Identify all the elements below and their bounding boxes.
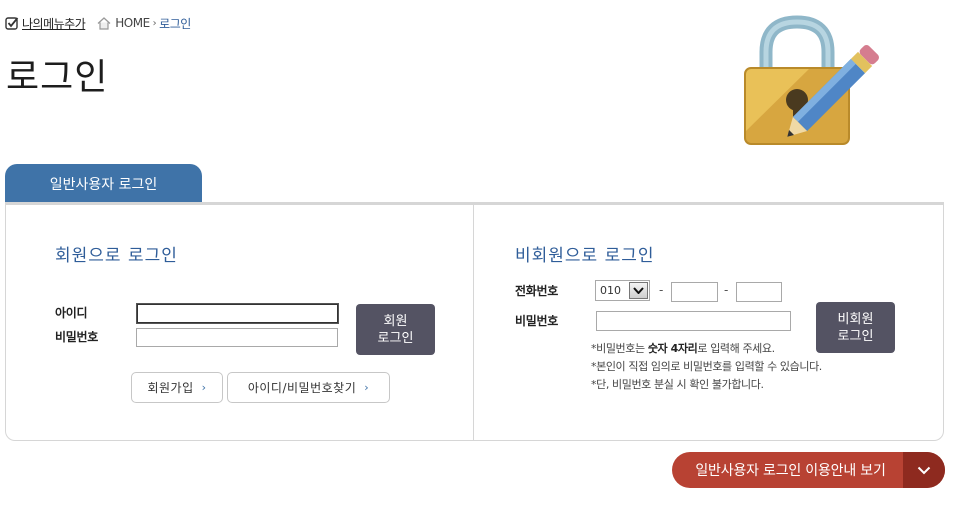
member-password-label: 비밀번호 <box>55 330 98 344</box>
panel-divider <box>473 205 474 441</box>
home-icon <box>97 16 111 30</box>
guest-login-title: 비회원으로 로그인 <box>515 246 655 266</box>
breadcrumb-current: 로그인 <box>159 16 191 31</box>
login-guide-button[interactable]: 일반사용자 로그인 이용안내 보기 <box>672 452 945 488</box>
member-login-button[interactable]: 회원 로그인 <box>356 304 435 355</box>
phone-prefix-value: 010 <box>600 284 621 297</box>
tab-general-user-login[interactable]: 일반사용자 로그인 <box>5 164 202 203</box>
note-line: *본인이 직접 임의로 비밀번호를 입력할 수 있습니다. <box>591 358 822 376</box>
checkbox-check-icon <box>5 17 19 30</box>
id-label: 아이디 <box>55 306 88 320</box>
note-text: 로 입력해 주세요. <box>697 342 775 355</box>
join-label: 회원가입 <box>147 381 194 395</box>
note-line: *비밀번호는 숫자 4자리로 입력해 주세요. <box>591 340 822 358</box>
phone-last-input[interactable] <box>736 282 782 302</box>
chevron-right-icon: › <box>201 381 207 394</box>
join-button[interactable]: 회원가입 › <box>131 372 223 403</box>
page-title: 로그인 <box>6 57 109 98</box>
phone-dash: - <box>724 283 729 297</box>
breadcrumb-separator: › <box>152 17 157 29</box>
note-line: *단, 비밀번호 분실 시 확인 불가합니다. <box>591 376 822 394</box>
chevron-down-icon <box>903 452 945 488</box>
add-my-menu-label: 나의메뉴추가 <box>22 16 86 31</box>
chevron-right-icon: › <box>364 381 370 394</box>
guest-login-button[interactable]: 비회원 로그인 <box>816 302 895 353</box>
add-my-menu-link[interactable]: 나의메뉴추가 <box>5 15 86 32</box>
member-password-input[interactable] <box>136 328 338 347</box>
phone-dash: - <box>659 283 664 297</box>
note-text: 비밀번호는 <box>596 342 648 355</box>
note-text: 단, 비밀번호 분실 시 확인 불가합니다. <box>596 378 764 391</box>
guest-password-input[interactable] <box>596 311 791 331</box>
lock-pencil-icon <box>744 15 879 145</box>
breadcrumb: HOME › 로그인 <box>97 15 191 32</box>
note-text: 본인이 직접 임의로 비밀번호를 입력할 수 있습니다. <box>596 360 822 373</box>
member-login-title: 회원으로 로그인 <box>55 246 178 266</box>
chevron-down-icon <box>629 282 648 299</box>
breadcrumb-home[interactable]: HOME <box>115 16 150 30</box>
phone-label: 전화번호 <box>515 284 558 298</box>
phone-prefix-select[interactable]: 010 <box>595 280 650 301</box>
phone-middle-input[interactable] <box>671 282 718 302</box>
guest-notes: *비밀번호는 숫자 4자리로 입력해 주세요. *본인이 직접 임의로 비밀번호… <box>591 340 822 394</box>
id-input[interactable] <box>136 303 339 324</box>
guest-password-label: 비밀번호 <box>515 314 558 328</box>
note-bold: 숫자 4자리 <box>647 342 698 355</box>
login-guide-label: 일반사용자 로그인 이용안내 보기 <box>695 463 886 479</box>
find-id-password-label: 아이디/비밀번호찾기 <box>247 381 357 395</box>
find-id-password-button[interactable]: 아이디/비밀번호찾기 › <box>227 372 390 403</box>
top-bar: 나의메뉴추가 HOME › 로그인 <box>5 14 191 32</box>
